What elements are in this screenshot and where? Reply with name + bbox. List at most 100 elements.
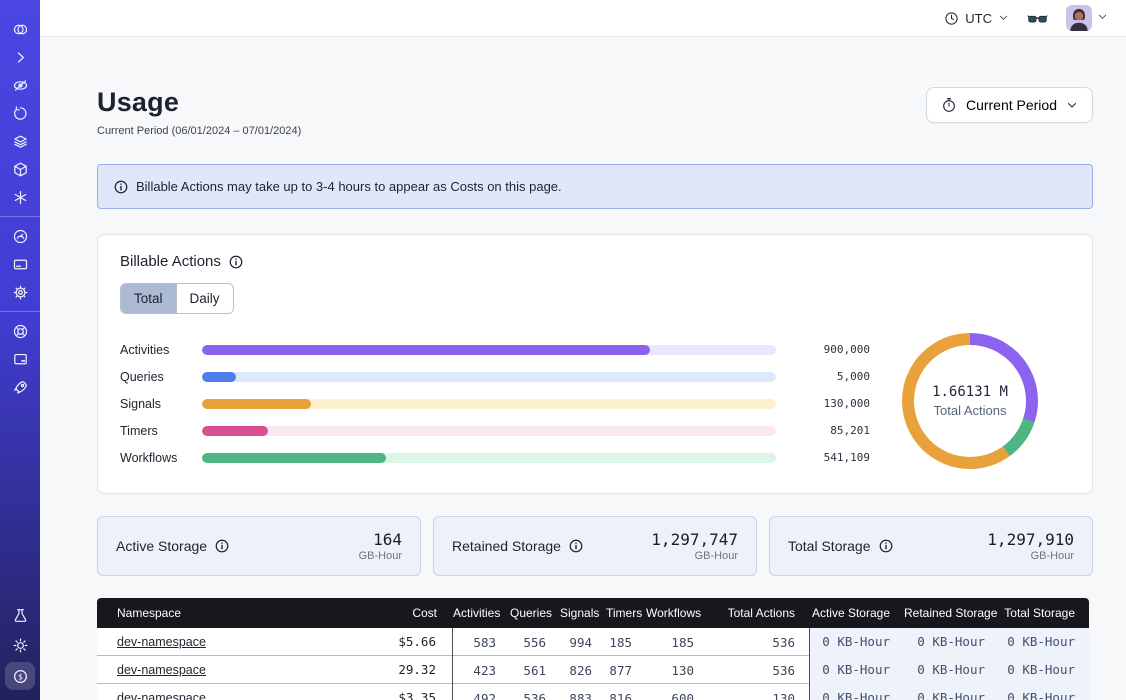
history-icon[interactable] [6,100,34,126]
temporal-logo-icon[interactable] [6,16,34,42]
bar-row-workflows: Workflows 541,109 [120,444,870,471]
active-storage-unit: GB-Hour [359,550,402,562]
bar-label: Timers [120,424,202,438]
table-cell: 994 [560,635,606,650]
bar-row-timers: Timers 85,201 [120,417,870,444]
chevron-down-icon [998,11,1009,26]
tab-daily[interactable]: Daily [176,284,233,313]
total-storage-card: Total Storage 1,297,910 GB-Hour [769,516,1093,576]
info-icon[interactable] [879,539,893,553]
column-header-active-storage: Active Storage [809,606,904,620]
namespace-usage-table: NamespaceCostActivitiesQueriesSignalsTim… [97,598,1089,700]
total-storage-label: Total Storage [788,538,871,554]
billing-card-icon[interactable] [6,251,34,277]
table-cell: 0 KB-Hour [809,628,904,656]
table-cell: $3.35 [356,684,453,700]
chevron-right-icon[interactable] [6,44,34,70]
table-cell: $5.66 [356,628,453,656]
info-banner: Billable Actions may take up to 3-4 hour… [97,164,1093,209]
table-cell: dev-namespace [97,663,356,677]
bar-row-activities: Activities 900,000 [120,336,870,363]
table-row: dev-namespace$5.665835569941851855360 KB… [97,628,1089,656]
column-header-queries: Queries [510,606,560,620]
table-cell: dev-namespace [97,635,356,649]
credits-dollar-icon[interactable]: $ [5,662,35,690]
table-header-row: NamespaceCostActivitiesQueriesSignalsTim… [97,598,1089,628]
table-cell: 0 KB-Hour [999,656,1089,684]
retained-storage-unit: GB-Hour [651,550,738,562]
usage-gauge-icon[interactable] [6,223,34,249]
table-row: dev-namespace29.324235618268771305360 KB… [97,656,1089,684]
table-row: dev-namespace$3.354925368838166001300 KB… [97,684,1089,700]
bar-label: Signals [120,397,202,411]
donut-total-value: 1.66131 M [932,384,1008,400]
retained-storage-value: 1,297,747 [651,530,738,549]
namespace-link[interactable]: dev-namespace [117,691,206,700]
bar-label: Workflows [120,451,202,465]
bar-value: 900,000 [792,343,870,356]
table-cell: 826 [560,663,606,678]
period-selector-button[interactable]: Current Period [926,87,1093,123]
dev-glasses-icon[interactable] [1027,8,1048,29]
info-icon[interactable] [229,255,243,269]
topbar: UTC [40,0,1126,37]
theme-sun-icon[interactable] [6,632,34,658]
table-cell: 816 [606,691,646,700]
bar-value: 541,109 [792,451,870,464]
table-cell: 600 [646,691,708,700]
bar-row-queries: Queries5,000 [120,363,870,390]
info-icon[interactable] [215,539,229,553]
info-icon[interactable] [569,539,583,553]
bar-track [202,345,776,355]
settings-gear-icon[interactable] [6,279,34,305]
table-cell: 583 [453,635,510,650]
retained-storage-card: Retained Storage 1,297,747 GB-Hour [433,516,757,576]
support-lifebuoy-icon[interactable] [6,318,34,344]
user-menu[interactable] [1066,5,1108,31]
tab-total[interactable]: Total [121,284,176,313]
table-cell: 423 [453,663,510,678]
getting-started-rocket-icon[interactable] [6,374,34,400]
table-cell: 130 [708,691,809,700]
column-header-workflows: Workflows [646,606,708,620]
period-selector-label: Current Period [966,97,1057,113]
namespaces-eye-icon[interactable] [6,72,34,98]
info-icon [114,180,128,194]
clock-icon [944,11,959,26]
bar-label: Activities [120,343,202,357]
bar-fill [202,399,311,409]
sidebar-group-account [0,216,40,311]
bar-track [202,372,776,382]
bar-fill [202,453,386,463]
namespace-link[interactable]: dev-namespace [117,663,206,677]
table-cell: 0 KB-Hour [999,684,1089,700]
docs-monitor-icon[interactable] [6,346,34,372]
layers-icon[interactable] [6,128,34,154]
bar-track [202,399,776,409]
total-storage-value: 1,297,910 [987,530,1074,549]
column-header-namespace: Namespace [97,606,356,620]
info-banner-text: Billable Actions may take up to 3-4 hour… [136,179,562,194]
table-cell: 536 [708,635,809,650]
asterisk-icon[interactable] [6,184,34,210]
table-cell: 130 [646,663,708,678]
sidebar-group-help [0,311,40,406]
bar-label: Queries [120,370,202,384]
total-storage-unit: GB-Hour [987,550,1074,562]
timezone-selector[interactable]: UTC [944,11,1009,26]
stopwatch-icon [941,97,957,113]
chevron-down-icon [1066,99,1078,111]
svg-text:$: $ [18,672,23,681]
donut-chart: 1.66131 M Total Actions [870,330,1070,471]
bar-fill [202,372,236,382]
billable-actions-card: Billable Actions Total Daily Activities9… [97,234,1093,494]
table-cell: 0 KB-Hour [999,628,1089,656]
table-body: dev-namespace$5.665835569941851855360 KB… [97,628,1089,700]
avatar [1066,5,1092,31]
bar-value: 85,201 [792,424,870,437]
table-cell: 0 KB-Hour [809,656,904,684]
namespace-link[interactable]: dev-namespace [117,635,206,649]
column-header-retained-storage: Retained Storage [904,606,999,620]
lab-flask-icon[interactable] [6,602,34,628]
cube-icon[interactable] [6,156,34,182]
